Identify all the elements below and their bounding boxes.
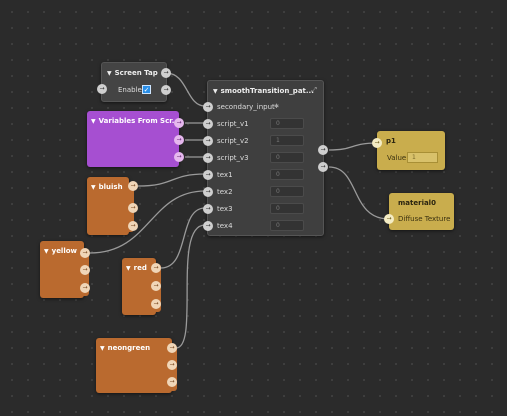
yellow-output-port-3[interactable]: → [80,283,90,293]
neongreen-title-text: neongreen [107,344,151,352]
collapse-triangle-icon[interactable]: ▼ [100,345,105,352]
bluish-output-port-3[interactable]: → [128,221,138,231]
collapse-triangle-icon[interactable]: ▼ [91,184,96,191]
script-v2-label: script_v2 [217,137,249,145]
tex2-input-port[interactable]: → [203,187,213,197]
smooth-transition-title-text: smoothTransition_pat... [220,87,314,95]
tex3-input-port[interactable]: → [203,204,213,214]
yellow-title-text: yellow [51,247,78,255]
variables-from-script-node[interactable]: ▼ Variables From Scr... → → → [87,111,184,167]
screen-tap-output-port-2[interactable]: → [161,85,171,95]
tex4-label: tex4 [217,222,233,230]
tex1-value-field[interactable]: 0 [270,169,304,180]
bluish-texture-node[interactable]: ▼ bluish [87,177,129,235]
red-title: ▼ red [126,264,147,272]
wire-neongreen-tex4 [175,224,206,349]
collapse-triangle-icon[interactable]: ▼ [107,70,112,77]
variables-output-port-3[interactable]: → [174,152,184,162]
enabled-checkbox[interactable]: ✓ [142,85,151,94]
tex4-value-field[interactable]: 0 [270,220,304,231]
secondary-input-port[interactable]: → [203,102,213,112]
bluish-title: ▼ bluish [91,183,123,191]
p1-input-port[interactable]: → [372,138,382,148]
wire-bluish-tex1 [137,173,206,187]
screen-tap-title: ▼ Screen Tap [107,69,158,77]
secondary-input-settings-icon[interactable]: ✱ [274,103,279,110]
collapse-triangle-icon[interactable]: ▼ [126,265,131,272]
tex3-label: tex3 [217,205,233,213]
tex2-label: tex2 [217,188,233,196]
wire-smooth-material [328,166,390,220]
bluish-title-text: bluish [98,183,123,191]
neongreen-output-port-2[interactable]: → [167,360,177,370]
tex1-input-port[interactable]: → [203,170,213,180]
tex2-value-field[interactable]: 0 [270,186,304,197]
yellow-texture-node[interactable]: ▼ yellow [40,241,84,298]
p1-value-label: Value [387,154,407,162]
expand-icon[interactable]: ⤢ [311,86,317,95]
script-v3-input-port[interactable]: → [203,153,213,163]
script-v3-value-field[interactable]: 0 [270,152,304,163]
neongreen-texture-node[interactable]: ▼ neongreen [96,338,172,393]
screen-tap-output-port-1[interactable]: → [161,68,171,78]
bluish-output-port-2[interactable]: → [128,203,138,213]
material0-title: material0 [398,199,436,207]
script-v1-input-port[interactable]: → [203,119,213,129]
screen-tap-node[interactable]: ▼ Screen Tap → Enabled ✓ → → [97,62,171,102]
tex1-label: tex1 [217,171,233,179]
screen-tap-enabled-input-port[interactable]: → [97,84,107,94]
script-v1-label: script_v1 [217,120,249,128]
wire-screentap-secondary [165,72,206,107]
wire-red-tex3 [160,207,206,269]
script-v3-label: script_v3 [217,154,249,162]
variables-title-text: Variables From Scr... [98,117,180,125]
yellow-title: ▼ yellow [44,247,77,255]
red-title-text: red [133,264,147,272]
patch-editor-canvas[interactable]: ▼ Screen Tap → Enabled ✓ → → ▼ smoothTrans… [0,0,507,416]
collapse-triangle-icon[interactable]: ▼ [91,118,96,125]
diffuse-texture-label: Diffuse Texture [398,215,451,223]
neongreen-output-port-1[interactable]: → [167,343,177,353]
red-output-port-3[interactable]: → [151,299,161,309]
variables-output-port-2[interactable]: → [174,135,184,145]
red-output-port-1[interactable]: → [151,263,161,273]
diffuse-texture-input-port[interactable]: → [384,214,394,224]
material0-node[interactable]: material0 → Diffuse Texture [384,193,454,230]
screen-tap-title-text: Screen Tap [114,69,158,77]
yellow-output-port-2[interactable]: → [80,265,90,275]
collapse-triangle-icon[interactable]: ▼ [44,248,49,255]
variables-title: ▼ Variables From Scr... [91,117,180,125]
p1-title: p1 [386,137,396,145]
p1-parameter-node[interactable]: p1 → Value 1 [372,131,445,170]
neongreen-title: ▼ neongreen [100,344,150,352]
script-v2-input-port[interactable]: → [203,136,213,146]
red-output-port-2[interactable]: → [151,281,161,291]
wire-smooth-p1 [328,142,379,151]
bluish-output-port-1[interactable]: → [128,181,138,191]
neongreen-output-port-3[interactable]: → [167,377,177,387]
collapse-triangle-icon[interactable]: ▼ [213,88,218,95]
script-v1-value-field[interactable]: 0 [270,118,304,129]
tex4-input-port[interactable]: → [203,221,213,231]
smooth-output-port-1[interactable]: → [318,145,328,155]
tex3-value-field[interactable]: 0 [270,203,304,214]
yellow-output-port-1[interactable]: → [80,248,90,258]
script-v2-value-field[interactable]: 1 [270,135,304,146]
p1-value-field[interactable]: 1 [407,152,438,163]
smooth-output-port-2[interactable]: → [318,162,328,172]
variables-output-port-1[interactable]: → [174,118,184,128]
secondary-input-label: secondary_input [217,103,275,111]
smooth-transition-title: ▼ smoothTransition_pat... [213,87,314,95]
smooth-transition-node[interactable]: ▼ smoothTransition_pat... ⤢ → secondary_i… [203,80,328,236]
